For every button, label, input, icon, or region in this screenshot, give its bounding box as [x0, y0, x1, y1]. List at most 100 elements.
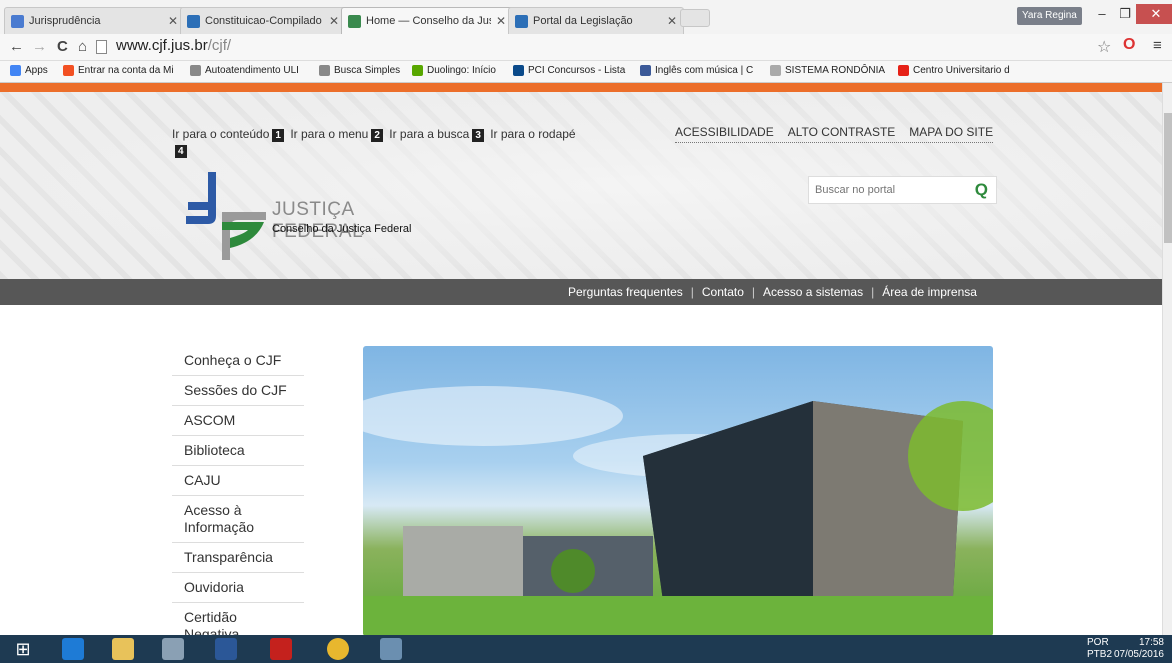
- close-tab-icon[interactable]: ✕: [496, 14, 506, 28]
- acrobat-icon[interactable]: [270, 638, 292, 660]
- app-icon[interactable]: [162, 638, 184, 660]
- nav-link-contact[interactable]: Contato: [702, 285, 744, 299]
- tab-favicon-icon: [187, 14, 200, 28]
- sidebar-menu: Conheça o CJF Sessões do CJF ASCOM Bibli…: [172, 346, 304, 650]
- bookmark-favicon-icon: [770, 65, 781, 76]
- restore-icon[interactable]: ❐: [1113, 4, 1137, 24]
- site-search: Q: [808, 176, 997, 204]
- url-field[interactable]: www.cjf.jus.br/cjf/: [116, 37, 231, 54]
- tab-portal-legislacao[interactable]: Portal da Legislação ✕: [508, 7, 684, 34]
- tab-jurisprudencia[interactable]: Jurisprudência ✕: [4, 7, 185, 34]
- minimize-icon[interactable]: –: [1090, 4, 1114, 24]
- close-tab-icon[interactable]: ✕: [329, 14, 339, 28]
- featured-building-photo[interactable]: [363, 346, 993, 636]
- sitemap-link[interactable]: MAPA DO SITE: [909, 125, 993, 139]
- page-scrollbar[interactable]: [1162, 83, 1172, 635]
- accesskey-badge: 4: [175, 145, 187, 158]
- url-host: www.cjf.jus.br: [116, 37, 208, 54]
- bookmark-item[interactable]: PCI Concursos - Lista: [513, 65, 625, 76]
- internet-explorer-icon[interactable]: [62, 638, 84, 660]
- search-icon[interactable]: Q: [975, 180, 988, 200]
- tab-home-cjf[interactable]: Home — Conselho da Jus ✕: [341, 7, 513, 34]
- system-clock[interactable]: 17:58 07/05/2016: [1114, 637, 1164, 661]
- sidebar-item-ascom[interactable]: ASCOM: [172, 406, 304, 436]
- start-button-icon[interactable]: ⊞: [12, 638, 34, 660]
- scrollbar-thumb[interactable]: [1164, 113, 1172, 243]
- clock-time: 17:58: [1138, 637, 1164, 648]
- close-window-icon[interactable]: ✕: [1136, 4, 1172, 24]
- sidebar-item-sessoes[interactable]: Sessões do CJF: [172, 376, 304, 406]
- separator: |: [751, 285, 756, 299]
- app-icon[interactable]: [380, 638, 402, 660]
- sidebar-item-conheca[interactable]: Conheça o CJF: [172, 346, 304, 376]
- profile-button[interactable]: Yara Regina: [1017, 7, 1082, 25]
- bookmark-label: Centro Universitario d: [913, 65, 1010, 76]
- sidebar-item-caju[interactable]: CAJU: [172, 466, 304, 496]
- skip-to-content-link[interactable]: Ir para o conteúdo: [172, 127, 269, 141]
- tab-title: Constituicao-Compilado: [205, 15, 322, 27]
- bookmark-item[interactable]: Centro Universitario d: [898, 65, 1010, 76]
- skip-to-search-link[interactable]: Ir para a busca: [389, 127, 469, 141]
- search-input[interactable]: [809, 177, 959, 203]
- apps-icon: [10, 65, 21, 76]
- skip-to-footer-link[interactable]: Ir para o rodapé: [490, 127, 575, 141]
- cjf-logo-icon: [186, 172, 266, 260]
- tab-title: Home — Conselho da Jus: [366, 15, 491, 27]
- sidebar-item-transparencia[interactable]: Transparência: [172, 543, 304, 573]
- bookmark-item[interactable]: SISTEMA RONDÔNIA: [770, 65, 885, 76]
- tab-favicon-icon: [515, 14, 528, 28]
- reload-icon[interactable]: C: [57, 38, 68, 56]
- separator: |: [871, 285, 875, 299]
- bookmark-apps[interactable]: Apps: [10, 65, 48, 76]
- bookmark-star-icon[interactable]: ☆: [1097, 37, 1111, 57]
- screen: Jurisprudência ✕ Constituicao-Compilado …: [0, 0, 1172, 663]
- bookmark-label: SISTEMA RONDÔNIA: [785, 65, 886, 76]
- bookmark-label: Inglês com música | C: [655, 65, 754, 76]
- tab-title: Portal da Legislação: [533, 15, 633, 27]
- new-tab-button[interactable]: [680, 9, 710, 27]
- bookmark-item[interactable]: Autoatendimento ULI: [190, 65, 299, 76]
- tab-title: Jurisprudência: [29, 15, 101, 27]
- address-toolbar: ← → C ⌂ www.cjf.jus.br/cjf/ ☆ O ≡: [0, 34, 1172, 61]
- nav-link-faq[interactable]: Perguntas frequentes: [568, 285, 683, 299]
- forward-icon[interactable]: →: [32, 38, 47, 56]
- clock-date: 07/05/2016: [1113, 649, 1164, 660]
- word-icon[interactable]: [215, 638, 237, 660]
- home-icon[interactable]: ⌂: [78, 38, 87, 56]
- bookmark-label: Apps: [25, 65, 48, 76]
- bookmark-item[interactable]: Duolingo: Início: [412, 65, 496, 76]
- keyboard-layout: PTB2: [1087, 649, 1113, 660]
- high-contrast-link[interactable]: ALTO CONTRASTE: [788, 125, 896, 139]
- nav-link-systems[interactable]: Acesso a sistemas: [763, 285, 863, 299]
- close-tab-icon[interactable]: ✕: [168, 14, 178, 28]
- bookmark-item[interactable]: Inglês com música | C: [640, 65, 753, 76]
- bookmark-favicon-icon: [412, 65, 423, 76]
- page-icon: [96, 40, 107, 54]
- tab-constituicao[interactable]: Constituicao-Compilado ✕: [180, 7, 346, 34]
- bookmark-item[interactable]: Busca Simples: [319, 65, 400, 76]
- nav-link-press[interactable]: Área de imprensa: [882, 285, 977, 299]
- sidebar-item-acesso-informacao[interactable]: Acesso à Informação: [172, 496, 304, 543]
- sidebar-item-ouvidoria[interactable]: Ouvidoria: [172, 573, 304, 603]
- menu-icon[interactable]: ≡: [1153, 37, 1162, 54]
- bookmark-label: Autoatendimento ULI: [205, 65, 299, 76]
- language-indicator[interactable]: POR PTB2: [1087, 637, 1112, 661]
- file-explorer-icon[interactable]: [112, 638, 134, 660]
- accessibility-link[interactable]: ACESSIBILIDADE: [675, 125, 774, 139]
- extension-icon[interactable]: O: [1123, 36, 1135, 54]
- bookmark-label: PCI Concursos - Lista: [528, 65, 626, 76]
- bookmark-favicon-icon: [513, 65, 524, 76]
- bookmark-label: Entrar na conta da Mi: [78, 65, 174, 76]
- language-code: POR: [1087, 637, 1109, 648]
- accessibility-links: ACESSIBILIDADE ALTO CONTRASTE MAPA DO SI…: [675, 125, 994, 143]
- chrome-icon[interactable]: [327, 638, 349, 660]
- sidebar-item-biblioteca[interactable]: Biblioteca: [172, 436, 304, 466]
- back-icon[interactable]: ←: [9, 38, 24, 56]
- bookmark-item[interactable]: Entrar na conta da Mi: [63, 65, 174, 76]
- skip-to-menu-link[interactable]: Ir para o menu: [290, 127, 368, 141]
- separator: |: [690, 285, 694, 299]
- close-tab-icon[interactable]: ✕: [667, 14, 677, 28]
- bookmark-label: Busca Simples: [334, 65, 401, 76]
- accesskey-badge: 3: [472, 129, 484, 142]
- site-logo[interactable]: JUSTIÇA FEDERAL Conselho da Justiça Fede…: [186, 172, 446, 262]
